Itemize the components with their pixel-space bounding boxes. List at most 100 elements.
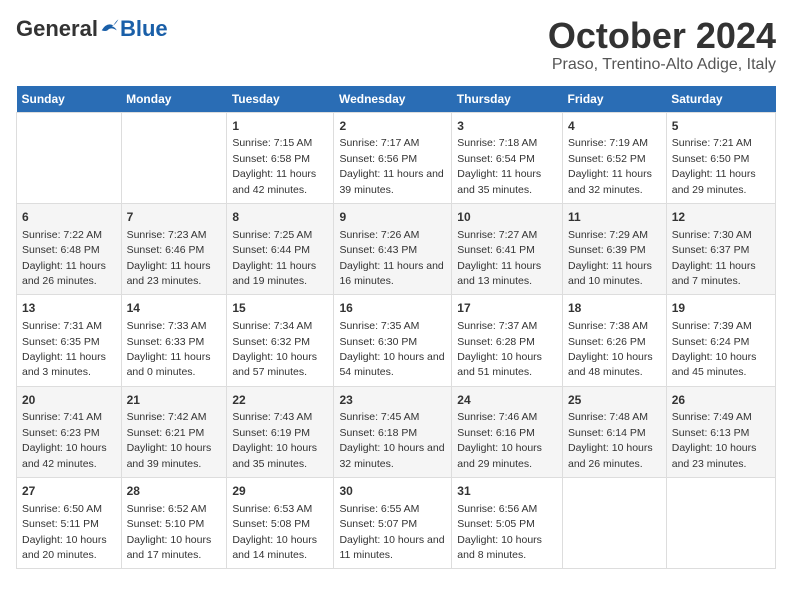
day-number: 9	[339, 209, 446, 226]
day-info: Sunrise: 7:38 AMSunset: 6:26 PMDaylight:…	[568, 320, 653, 378]
day-number: 11	[568, 209, 661, 226]
calendar-cell: 18Sunrise: 7:38 AMSunset: 6:26 PMDayligh…	[563, 295, 667, 386]
column-header-thursday: Thursday	[452, 86, 563, 113]
calendar-cell: 31 Sunrise: 6:56 AMSunset: 5:05 PMDayligh…	[452, 478, 563, 569]
day-info: Sunrise: 7:49 AMSunset: 6:13 PMDaylight:…	[672, 411, 757, 469]
day-info: Sunrise: 7:15 AMSunset: 6:58 PMDaylight:…	[232, 137, 316, 195]
day-number: 17	[457, 300, 557, 317]
day-number: 7	[127, 209, 222, 226]
calendar-cell: 29Sunrise: 6:53 AMSunset: 5:08 PMDayligh…	[227, 478, 334, 569]
calendar-cell: 6 Sunrise: 7:22 AMSunset: 6:48 PMDaylight…	[17, 203, 122, 294]
logo-general-text: General	[16, 16, 98, 42]
day-number: 26	[672, 392, 770, 409]
day-info: Sunrise: 7:23 AMSunset: 6:46 PMDaylight:…	[127, 229, 211, 287]
day-info: Sunrise: 7:26 AMSunset: 6:43 PMDaylight:…	[339, 229, 443, 287]
day-info: Sunrise: 7:29 AMSunset: 6:39 PMDaylight:…	[568, 229, 652, 287]
day-number: 29	[232, 483, 328, 500]
day-info: Sunrise: 7:21 AMSunset: 6:50 PMDaylight:…	[672, 137, 756, 195]
day-info: Sunrise: 6:50 AMSunset: 5:11 PMDaylight:…	[22, 503, 107, 561]
calendar-cell: 25 Sunrise: 7:48 AMSunset: 6:14 PMDayligh…	[563, 386, 667, 477]
day-number: 20	[22, 392, 116, 409]
day-info: Sunrise: 7:37 AMSunset: 6:28 PMDaylight:…	[457, 320, 542, 378]
calendar-header-row: SundayMondayTuesdayWednesdayThursdayFrid…	[17, 86, 776, 113]
day-number: 27	[22, 483, 116, 500]
calendar-title: October 2024	[548, 16, 776, 56]
day-number: 24	[457, 392, 557, 409]
calendar-cell	[563, 478, 667, 569]
day-info: Sunrise: 7:41 AMSunset: 6:23 PMDaylight:…	[22, 411, 107, 469]
day-number: 12	[672, 209, 770, 226]
calendar-cell: 3 Sunrise: 7:18 AMSunset: 6:54 PMDaylight…	[452, 112, 563, 203]
day-info: Sunrise: 6:56 AMSunset: 5:05 PMDaylight:…	[457, 503, 542, 561]
calendar-week-5: 27 Sunrise: 6:50 AMSunset: 5:11 PMDayligh…	[17, 478, 776, 569]
day-info: Sunrise: 7:17 AMSunset: 6:56 PMDaylight:…	[339, 137, 443, 195]
day-number: 1	[232, 118, 328, 135]
day-number: 2	[339, 118, 446, 135]
calendar-cell: 11 Sunrise: 7:29 AMSunset: 6:39 PMDayligh…	[563, 203, 667, 294]
logo-blue-text: Blue	[120, 16, 168, 42]
day-number: 31	[457, 483, 557, 500]
day-info: Sunrise: 7:34 AMSunset: 6:32 PMDaylight:…	[232, 320, 317, 378]
day-info: Sunrise: 7:18 AMSunset: 6:54 PMDaylight:…	[457, 137, 541, 195]
day-info: Sunrise: 7:31 AMSunset: 6:35 PMDaylight:…	[22, 320, 106, 378]
calendar-week-3: 13 Sunrise: 7:31 AMSunset: 6:35 PMDayligh…	[17, 295, 776, 386]
day-info: Sunrise: 7:43 AMSunset: 6:19 PMDaylight:…	[232, 411, 317, 469]
day-number: 23	[339, 392, 446, 409]
day-info: Sunrise: 7:48 AMSunset: 6:14 PMDaylight:…	[568, 411, 653, 469]
calendar-cell: 2 Sunrise: 7:17 AMSunset: 6:56 PMDaylight…	[334, 112, 452, 203]
calendar-cell: 24 Sunrise: 7:46 AMSunset: 6:16 PMDayligh…	[452, 386, 563, 477]
calendar-cell: 26 Sunrise: 7:49 AMSunset: 6:13 PMDayligh…	[666, 386, 775, 477]
calendar-cell: 10Sunrise: 7:27 AMSunset: 6:41 PMDayligh…	[452, 203, 563, 294]
calendar-table: SundayMondayTuesdayWednesdayThursdayFrid…	[16, 86, 776, 570]
calendar-cell	[121, 112, 227, 203]
day-number: 8	[232, 209, 328, 226]
day-info: Sunrise: 7:30 AMSunset: 6:37 PMDaylight:…	[672, 229, 756, 287]
day-number: 19	[672, 300, 770, 317]
calendar-cell	[666, 478, 775, 569]
calendar-cell: 28Sunrise: 6:52 AMSunset: 5:10 PMDayligh…	[121, 478, 227, 569]
day-info: Sunrise: 7:33 AMSunset: 6:33 PMDaylight:…	[127, 320, 211, 378]
calendar-cell: 27 Sunrise: 6:50 AMSunset: 5:11 PMDayligh…	[17, 478, 122, 569]
calendar-cell: 14 Sunrise: 7:33 AMSunset: 6:33 PMDayligh…	[121, 295, 227, 386]
logo: General Blue	[16, 16, 168, 42]
day-number: 4	[568, 118, 661, 135]
day-number: 30	[339, 483, 446, 500]
calendar-cell	[17, 112, 122, 203]
day-info: Sunrise: 7:35 AMSunset: 6:30 PMDaylight:…	[339, 320, 444, 378]
day-number: 13	[22, 300, 116, 317]
column-header-tuesday: Tuesday	[227, 86, 334, 113]
day-info: Sunrise: 7:19 AMSunset: 6:52 PMDaylight:…	[568, 137, 652, 195]
calendar-cell: 23 Sunrise: 7:45 AMSunset: 6:18 PMDayligh…	[334, 386, 452, 477]
day-number: 15	[232, 300, 328, 317]
day-number: 3	[457, 118, 557, 135]
day-info: Sunrise: 7:42 AMSunset: 6:21 PMDaylight:…	[127, 411, 212, 469]
calendar-cell: 17 Sunrise: 7:37 AMSunset: 6:28 PMDayligh…	[452, 295, 563, 386]
calendar-subtitle: Praso, Trentino-Alto Adige, Italy	[548, 56, 776, 74]
calendar-cell: 13 Sunrise: 7:31 AMSunset: 6:35 PMDayligh…	[17, 295, 122, 386]
day-info: Sunrise: 7:45 AMSunset: 6:18 PMDaylight:…	[339, 411, 444, 469]
day-info: Sunrise: 7:27 AMSunset: 6:41 PMDaylight:…	[457, 229, 541, 287]
day-number: 25	[568, 392, 661, 409]
calendar-cell: 8 Sunrise: 7:25 AMSunset: 6:44 PMDaylight…	[227, 203, 334, 294]
column-header-sunday: Sunday	[17, 86, 122, 113]
day-info: Sunrise: 7:46 AMSunset: 6:16 PMDaylight:…	[457, 411, 542, 469]
calendar-cell: 16 Sunrise: 7:35 AMSunset: 6:30 PMDayligh…	[334, 295, 452, 386]
day-number: 16	[339, 300, 446, 317]
calendar-cell: 19Sunrise: 7:39 AMSunset: 6:24 PMDayligh…	[666, 295, 775, 386]
day-number: 21	[127, 392, 222, 409]
logo-bird-icon	[100, 18, 120, 36]
calendar-cell: 22 Sunrise: 7:43 AMSunset: 6:19 PMDayligh…	[227, 386, 334, 477]
day-number: 14	[127, 300, 222, 317]
calendar-cell: 4 Sunrise: 7:19 AMSunset: 6:52 PMDaylight…	[563, 112, 667, 203]
calendar-cell: 9 Sunrise: 7:26 AMSunset: 6:43 PMDaylight…	[334, 203, 452, 294]
calendar-cell: 20 Sunrise: 7:41 AMSunset: 6:23 PMDayligh…	[17, 386, 122, 477]
calendar-cell: 12 Sunrise: 7:30 AMSunset: 6:37 PMDayligh…	[666, 203, 775, 294]
day-number: 22	[232, 392, 328, 409]
column-header-monday: Monday	[121, 86, 227, 113]
day-info: Sunrise: 7:22 AMSunset: 6:48 PMDaylight:…	[22, 229, 106, 287]
day-info: Sunrise: 6:55 AMSunset: 5:07 PMDaylight:…	[339, 503, 444, 561]
day-number: 6	[22, 209, 116, 226]
day-info: Sunrise: 7:25 AMSunset: 6:44 PMDaylight:…	[232, 229, 316, 287]
calendar-week-4: 20 Sunrise: 7:41 AMSunset: 6:23 PMDayligh…	[17, 386, 776, 477]
column-header-wednesday: Wednesday	[334, 86, 452, 113]
